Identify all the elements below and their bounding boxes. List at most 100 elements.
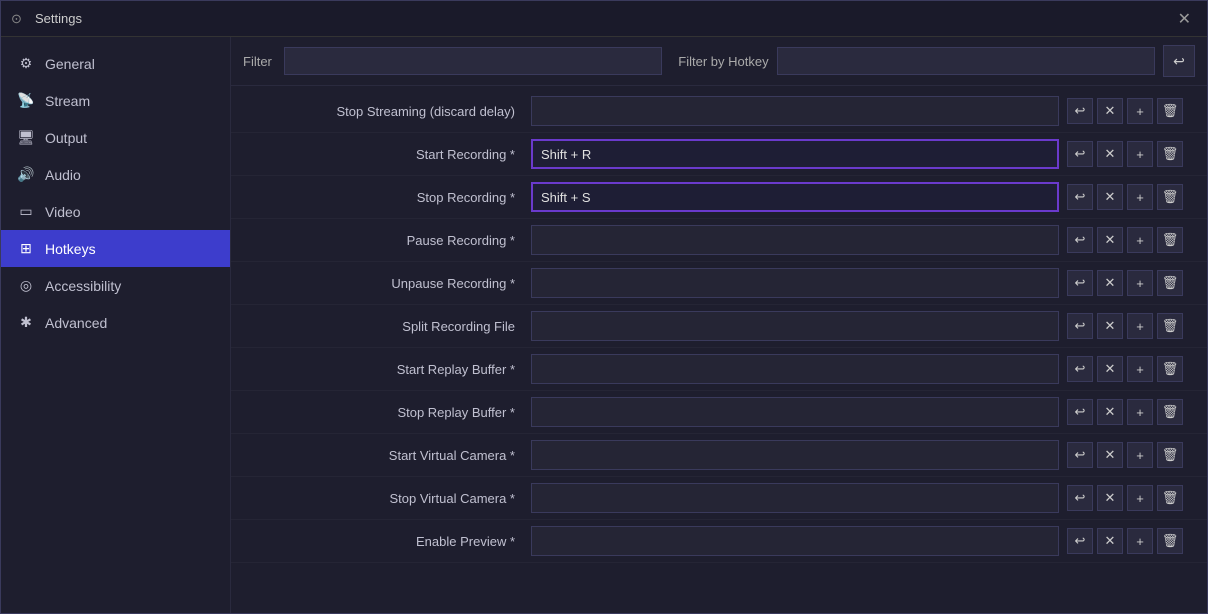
- hotkey-delete-1[interactable]: 🗑: [1157, 141, 1183, 167]
- hotkey-list: Stop Streaming (discard delay)↩✕+🗑Start …: [231, 86, 1207, 613]
- hotkey-binding-box-5[interactable]: [531, 311, 1059, 341]
- hotkey-binding-box-6[interactable]: [531, 354, 1059, 384]
- hotkey-reset-6[interactable]: ↩: [1067, 356, 1093, 382]
- hotkey-add-6[interactable]: +: [1127, 356, 1153, 382]
- hotkey-delete-3[interactable]: 🗑: [1157, 227, 1183, 253]
- hotkey-delete-7[interactable]: 🗑: [1157, 399, 1183, 425]
- sidebar-item-hotkeys[interactable]: ⊞Hotkeys: [1, 230, 230, 267]
- hotkey-row: Start Replay Buffer * ↩✕+🗑: [231, 348, 1207, 391]
- hotkey-clear-3[interactable]: ✕: [1097, 227, 1123, 253]
- sidebar-item-label-advanced: Advanced: [45, 315, 107, 331]
- sidebar-item-label-accessibility: Accessibility: [45, 278, 121, 294]
- filter-label: Filter: [243, 54, 272, 69]
- hotkey-name-9: Stop Virtual Camera *: [231, 491, 531, 506]
- hotkey-name-10: Enable Preview *: [231, 534, 531, 549]
- hotkey-binding-box-1[interactable]: Shift + R: [531, 139, 1059, 169]
- audio-icon: 🔊: [17, 166, 35, 183]
- video-icon: ▭: [17, 203, 35, 220]
- right-panel: Filter Filter by Hotkey ↩ Stop Streaming…: [231, 37, 1207, 613]
- hotkey-delete-0[interactable]: 🗑: [1157, 98, 1183, 124]
- hotkey-reset-8[interactable]: ↩: [1067, 442, 1093, 468]
- app-icon: ⊙: [11, 11, 27, 27]
- hotkey-name-4: Unpause Recording *: [231, 276, 531, 291]
- hotkey-row: Unpause Recording * ↩✕+🗑: [231, 262, 1207, 305]
- hotkey-add-0[interactable]: +: [1127, 98, 1153, 124]
- hotkey-reset-3[interactable]: ↩: [1067, 227, 1093, 253]
- sidebar-item-general[interactable]: ⚙General: [1, 45, 230, 82]
- sidebar: ⚙General📡Stream🖥Output 🔊 Audio ▭ Video ⊞Hotke…: [1, 37, 231, 613]
- hotkey-delete-4[interactable]: 🗑: [1157, 270, 1183, 296]
- hotkey-add-3[interactable]: +: [1127, 227, 1153, 253]
- hotkey-clear-10[interactable]: ✕: [1097, 528, 1123, 554]
- hotkey-row: Stop Virtual Camera * ↩✕+🗑: [231, 477, 1207, 520]
- hotkey-clear-6[interactable]: ✕: [1097, 356, 1123, 382]
- hotkey-clear-0[interactable]: ✕: [1097, 98, 1123, 124]
- hotkey-row: Stop Streaming (discard delay) ↩✕+🗑: [231, 90, 1207, 133]
- hotkey-add-5[interactable]: +: [1127, 313, 1153, 339]
- hotkey-binding-box-0[interactable]: [531, 96, 1059, 126]
- hotkey-binding-box-4[interactable]: [531, 268, 1059, 298]
- hotkey-clear-5[interactable]: ✕: [1097, 313, 1123, 339]
- hotkey-clear-4[interactable]: ✕: [1097, 270, 1123, 296]
- hotkey-delete-6[interactable]: 🗑: [1157, 356, 1183, 382]
- hotkey-clear-7[interactable]: ✕: [1097, 399, 1123, 425]
- hotkey-reset-4[interactable]: ↩: [1067, 270, 1093, 296]
- hotkey-binding-box-8[interactable]: [531, 440, 1059, 470]
- hotkey-add-10[interactable]: +: [1127, 528, 1153, 554]
- filter-hotkey-label: Filter by Hotkey: [678, 54, 768, 69]
- hotkey-reset-9[interactable]: ↩: [1067, 485, 1093, 511]
- sidebar-item-video[interactable]: ▭ Video: [1, 193, 230, 230]
- hotkey-binding-box-3[interactable]: [531, 225, 1059, 255]
- hotkey-clear-8[interactable]: ✕: [1097, 442, 1123, 468]
- hotkey-reset-0[interactable]: ↩: [1067, 98, 1093, 124]
- sidebar-item-audio[interactable]: 🔊 Audio: [1, 156, 230, 193]
- hotkey-delete-10[interactable]: 🗑: [1157, 528, 1183, 554]
- hotkey-name-0: Stop Streaming (discard delay): [231, 104, 531, 119]
- hotkey-row: Stop Replay Buffer * ↩✕+🗑: [231, 391, 1207, 434]
- filter-hotkey-input[interactable]: [777, 47, 1155, 75]
- hotkey-delete-5[interactable]: 🗑: [1157, 313, 1183, 339]
- hotkey-binding-box-2[interactable]: Shift + S: [531, 182, 1059, 212]
- hotkey-add-9[interactable]: +: [1127, 485, 1153, 511]
- hotkey-name-7: Stop Replay Buffer *: [231, 405, 531, 420]
- hotkey-clear-9[interactable]: ✕: [1097, 485, 1123, 511]
- hotkey-delete-9[interactable]: 🗑: [1157, 485, 1183, 511]
- hotkey-reset-10[interactable]: ↩: [1067, 528, 1093, 554]
- hotkey-clear-1[interactable]: ✕: [1097, 141, 1123, 167]
- filter-bar: Filter Filter by Hotkey ↩: [231, 37, 1207, 86]
- back-button[interactable]: ↩: [1163, 45, 1195, 77]
- hotkey-delete-8[interactable]: 🗑: [1157, 442, 1183, 468]
- close-button[interactable]: ✕: [1172, 7, 1197, 31]
- hotkey-binding-box-9[interactable]: [531, 483, 1059, 513]
- settings-window: ⊙ Settings ✕ ⚙General📡Stream🖥Output 🔊 Audi…: [0, 0, 1208, 614]
- hotkey-row: Stop Recording *Shift + S ↩✕+🗑: [231, 176, 1207, 219]
- sidebar-item-label-video: Video: [45, 204, 81, 220]
- hotkey-name-6: Start Replay Buffer *: [231, 362, 531, 377]
- main-content: ⚙General📡Stream🖥Output 🔊 Audio ▭ Video ⊞Hotke…: [1, 37, 1207, 613]
- hotkey-add-4[interactable]: +: [1127, 270, 1153, 296]
- hotkey-reset-2[interactable]: ↩: [1067, 184, 1093, 210]
- hotkey-reset-1[interactable]: ↩: [1067, 141, 1093, 167]
- hotkey-binding-box-7[interactable]: [531, 397, 1059, 427]
- hotkey-add-1[interactable]: +: [1127, 141, 1153, 167]
- window-title: Settings: [35, 11, 1172, 26]
- sidebar-item-stream[interactable]: 📡Stream: [1, 82, 230, 119]
- sidebar-item-label-hotkeys: Hotkeys: [45, 241, 96, 257]
- sidebar-item-output[interactable]: 🖥Output: [1, 119, 230, 156]
- sidebar-item-accessibility[interactable]: ◎ Accessibility: [1, 267, 230, 304]
- hotkey-name-3: Pause Recording *: [231, 233, 531, 248]
- hotkey-reset-5[interactable]: ↩: [1067, 313, 1093, 339]
- hotkey-add-7[interactable]: +: [1127, 399, 1153, 425]
- hotkey-binding-box-10[interactable]: [531, 526, 1059, 556]
- hotkey-add-8[interactable]: +: [1127, 442, 1153, 468]
- filter-input[interactable]: [284, 47, 662, 75]
- hotkey-name-2: Stop Recording *: [231, 190, 531, 205]
- hotkey-clear-2[interactable]: ✕: [1097, 184, 1123, 210]
- sidebar-item-advanced[interactable]: ✱ Advanced: [1, 304, 230, 341]
- hotkey-reset-7[interactable]: ↩: [1067, 399, 1093, 425]
- sidebar-item-label-audio: Audio: [45, 167, 81, 183]
- hotkey-delete-2[interactable]: 🗑: [1157, 184, 1183, 210]
- accessibility-icon: ◎: [17, 277, 35, 294]
- advanced-icon: ✱: [17, 314, 35, 331]
- hotkey-add-2[interactable]: +: [1127, 184, 1153, 210]
